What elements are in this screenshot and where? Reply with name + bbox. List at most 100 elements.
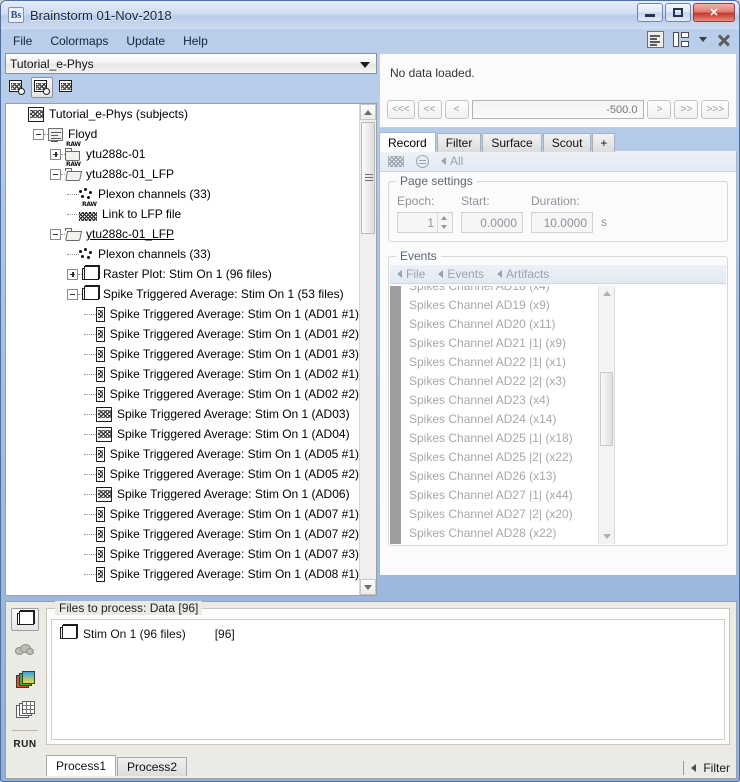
events-vertical-scrollbar[interactable] xyxy=(598,286,614,544)
event-list-item[interactable]: Spikes Channel AD20 (x11) xyxy=(401,315,598,334)
tab-add-button[interactable]: + xyxy=(592,133,615,152)
tree-row[interactable]: Plexon channels (33) xyxy=(6,244,359,264)
event-list-item[interactable]: Spikes Channel AD23 (x4) xyxy=(401,391,598,410)
tree-row[interactable]: Plexon channels (33) xyxy=(6,184,359,204)
event-list-item[interactable]: Spikes Channel AD24 (x14) xyxy=(401,410,598,429)
epoch-increment-button[interactable] xyxy=(438,213,450,223)
timefreq-button[interactable] xyxy=(11,669,39,692)
close-icon[interactable] xyxy=(716,32,732,48)
run-label[interactable]: RUN xyxy=(13,739,36,750)
minimize-button[interactable] xyxy=(637,3,663,22)
tree-row[interactable]: Spike Triggered Average: Stim On 1 (53 f… xyxy=(6,284,359,304)
files-to-process-list[interactable]: Stim On 1 (96 files) [96] xyxy=(51,619,725,740)
tree-row[interactable]: RAWytu288c-01_LFP xyxy=(6,164,359,184)
events-menu-artifacts[interactable]: Artifacts xyxy=(497,267,549,281)
epoch-decrement-button[interactable] xyxy=(438,223,450,233)
tree-expander[interactable] xyxy=(50,169,61,180)
epoch-stepper-buttons[interactable] xyxy=(437,213,450,232)
tree-row[interactable]: Spike Triggered Average: Stim On 1 (AD07… xyxy=(6,504,359,524)
event-list-item[interactable]: Spikes Channel AD29 (x1) xyxy=(401,543,598,544)
layout-icon[interactable] xyxy=(673,31,690,48)
event-list-item[interactable]: Spikes Channel AD25 |1| (x18) xyxy=(401,429,598,448)
event-list-item[interactable]: Spikes Channel AD26 (x13) xyxy=(401,467,598,486)
scroll-up-button[interactable] xyxy=(360,104,376,120)
menu-update[interactable]: Update xyxy=(117,32,174,50)
tree-row[interactable]: Spike Triggered Average: Stim On 1 (AD05… xyxy=(6,444,359,464)
event-list-item[interactable]: Spikes Channel AD25 |2| (x22) xyxy=(401,448,598,467)
event-list-item[interactable]: Spikes Channel AD19 (x9) xyxy=(401,296,598,315)
events-menu-events[interactable]: Events xyxy=(438,267,484,281)
tree-expander[interactable] xyxy=(50,229,61,240)
tab-record[interactable]: Record xyxy=(379,132,436,152)
tree-row[interactable]: ytu288c-01_LFP xyxy=(6,224,359,244)
scroll-down-button[interactable] xyxy=(360,579,376,595)
database-tree[interactable]: Tutorial_e-Phys (subjects)FloydRAWytu288… xyxy=(5,103,377,596)
duration-input[interactable]: 10.0000 xyxy=(531,212,593,233)
events-list[interactable]: Spikes Channel AD18 (x4)Spikes Channel A… xyxy=(401,286,598,544)
display-mode-icon[interactable] xyxy=(416,155,429,168)
tree-expander[interactable] xyxy=(50,149,61,160)
tree-row[interactable]: Spike Triggered Average: Stim On 1 (AD06… xyxy=(6,484,359,504)
tree-row[interactable]: Spike Triggered Average: Stim On 1 (AD03… xyxy=(6,404,359,424)
tree-expander[interactable] xyxy=(33,129,44,140)
maximize-button[interactable] xyxy=(665,3,691,22)
event-list-item[interactable]: Spikes Channel AD27 |2| (x20) xyxy=(401,505,598,524)
montage-selector[interactable]: All xyxy=(441,154,463,168)
tree-row[interactable]: Spike Triggered Average: Stim On 1 (AD07… xyxy=(6,544,359,564)
tree-row[interactable]: Spike Triggered Average: Stim On 1 (AD08… xyxy=(6,564,359,584)
time-value-field[interactable]: -500.0 xyxy=(472,100,645,119)
epoch-stepper[interactable]: 1 xyxy=(397,212,453,233)
filter-label[interactable]: Filter xyxy=(703,761,730,775)
tree-expander[interactable] xyxy=(67,269,78,280)
chevron-down-icon[interactable] xyxy=(699,37,707,42)
scroll-thumb[interactable] xyxy=(361,122,375,234)
tree-row[interactable]: Spike Triggered Average: Stim On 1 (AD07… xyxy=(6,524,359,544)
start-input[interactable]: 0.0000 xyxy=(461,212,523,233)
matrix-button[interactable] xyxy=(11,699,39,722)
tree-row[interactable]: Spike Triggered Average: Stim On 1 (AD02… xyxy=(6,384,359,404)
tree-vertical-scrollbar[interactable] xyxy=(359,104,376,595)
tree-row[interactable]: Spike Triggered Average: Stim On 1 (AD01… xyxy=(6,304,359,324)
tree-row[interactable]: Spike Triggered Average: Stim On 1 (AD01… xyxy=(6,324,359,344)
nav-next-page-button[interactable]: >> xyxy=(674,100,698,119)
list-item[interactable]: Stim On 1 (96 files) [96] xyxy=(60,626,716,641)
scroll-down-button[interactable] xyxy=(599,529,614,544)
menu-colormaps[interactable]: Colormaps xyxy=(41,32,117,50)
tree-row[interactable]: Raster Plot: Stim On 1 (96 files) xyxy=(6,264,359,284)
tab-process2[interactable]: Process2 xyxy=(117,757,187,776)
tree-row[interactable]: Spike Triggered Average: Stim On 1 (AD02… xyxy=(6,364,359,384)
event-list-item[interactable]: Spikes Channel AD22 |2| (x3) xyxy=(401,372,598,391)
functional-subject-view-button[interactable] xyxy=(31,77,53,98)
menu-file[interactable]: File xyxy=(4,32,41,50)
scroll-thumb[interactable] xyxy=(600,372,613,446)
events-menu-file[interactable]: File xyxy=(397,267,425,281)
event-list-item[interactable]: Spikes Channel AD21 |1| (x9) xyxy=(401,334,598,353)
protocol-selector[interactable]: Tutorial_e-Phys xyxy=(5,53,377,74)
nav-first-button[interactable]: <<< xyxy=(387,100,415,119)
close-button[interactable]: ✕ xyxy=(693,3,735,22)
event-list-item[interactable]: Spikes Channel AD28 (x22) xyxy=(401,524,598,543)
tab-scout[interactable]: Scout xyxy=(543,133,592,152)
data-files-button[interactable] xyxy=(11,608,39,631)
scroll-up-button[interactable] xyxy=(599,286,614,301)
tree-row[interactable]: Spike Triggered Average: Stim On 1 (AD04… xyxy=(6,424,359,444)
tree-row[interactable]: Tutorial_e-Phys (subjects) xyxy=(6,104,359,124)
nav-next-button[interactable]: > xyxy=(647,100,671,119)
nav-last-button[interactable]: >>> xyxy=(701,100,729,119)
sources-button[interactable] xyxy=(11,638,39,661)
nav-prev-button[interactable]: < xyxy=(445,100,469,119)
tab-surface[interactable]: Surface xyxy=(482,133,541,152)
nav-prev-page-button[interactable]: << xyxy=(418,100,442,119)
event-list-item[interactable]: Spikes Channel AD18 (x4) xyxy=(401,286,598,296)
tab-process1[interactable]: Process1 xyxy=(46,755,116,776)
tree-row[interactable]: Floyd xyxy=(6,124,359,144)
anatomy-view-button[interactable] xyxy=(6,77,28,98)
functional-condition-view-button[interactable] xyxy=(56,77,78,98)
tab-filter[interactable]: Filter xyxy=(437,133,482,152)
tree-row[interactable]: RAWLink to LFP file xyxy=(6,204,359,224)
tree-expander[interactable] xyxy=(67,289,78,300)
properties-icon[interactable] xyxy=(647,31,664,48)
event-list-item[interactable]: Spikes Channel AD22 |1| (x1) xyxy=(401,353,598,372)
tree-row[interactable]: RAWytu288c-01 xyxy=(6,144,359,164)
tree-row[interactable]: Spike Triggered Average: Stim On 1 (AD01… xyxy=(6,344,359,364)
